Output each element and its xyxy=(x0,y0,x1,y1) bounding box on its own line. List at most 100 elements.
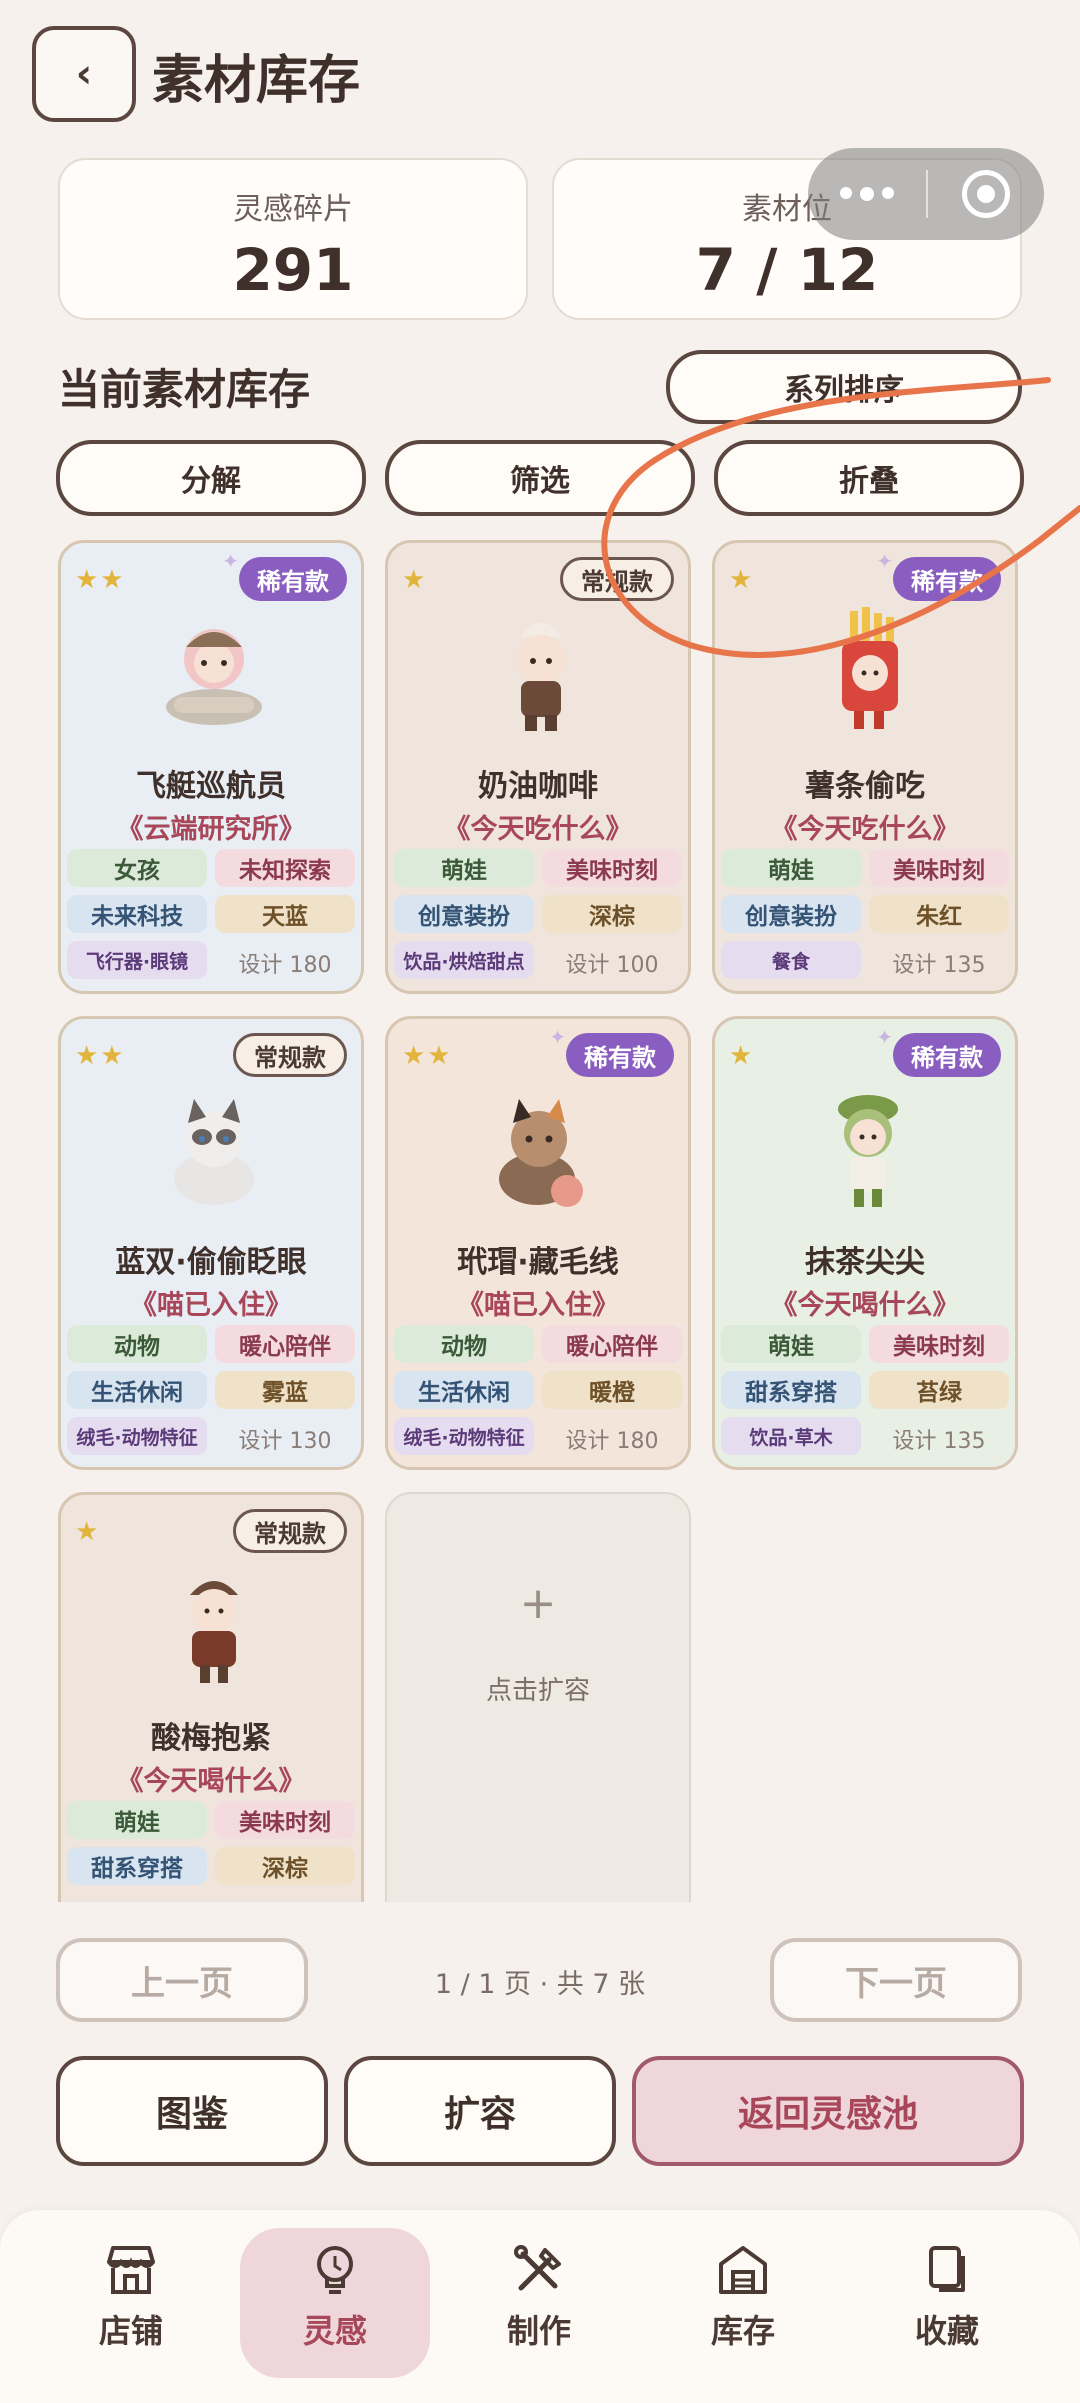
material-card[interactable]: ★ 常规款 奶油咖啡 《今天吃什么》 萌娃 美味时刻 创意装扮 深棕 饮品·烘焙… xyxy=(385,540,691,994)
tag: 动物 xyxy=(394,1325,534,1363)
tag: 女孩 xyxy=(67,849,207,887)
tag: 暖橙 xyxy=(542,1371,682,1409)
rarity-badge: 稀有款 xyxy=(893,557,1001,601)
tag: 甜系穿搭 xyxy=(721,1371,861,1409)
material-card[interactable]: ★★ ✦ 稀有款 玳瑁·藏毛线 《喵已入住》 动物 暖心陪伴 生活休闲 暖橙 绒… xyxy=(385,1016,691,1470)
tag: 美味时刻 xyxy=(869,1325,1009,1363)
tag: 朱红 xyxy=(869,895,1009,933)
material-card[interactable]: ★★ ✦ 稀有款 飞艇巡航员 《云端研究所》 女孩 未知探索 未来科技 天蓝 飞… xyxy=(58,540,364,994)
material-card[interactable]: ★ 常规款 酸梅抱紧 《今天喝什么》 萌娃 美味时刻 甜系穿搭 深棕 xyxy=(58,1492,364,1902)
tag: 深棕 xyxy=(215,1847,355,1885)
card-series: 《云端研究所》 xyxy=(116,814,306,845)
feature-tag: 绒毛·动物特征 xyxy=(394,1417,534,1455)
design-value: 设计 180 xyxy=(238,953,332,978)
collapse-button[interactable]: 折叠 xyxy=(714,440,1024,516)
tab-label: 制作 xyxy=(506,2312,571,2350)
tag: 动物 xyxy=(67,1325,207,1363)
design-value: 设计 135 xyxy=(892,953,986,978)
material-card[interactable]: ★ ✦ 稀有款 抹茶尖尖 《今天喝什么》 萌娃 美味时刻 甜系穿搭 苔绿 饮品·… xyxy=(712,1016,1018,1470)
feature-tag: 饮品·草木 xyxy=(721,1417,861,1455)
tag: 萌娃 xyxy=(394,849,534,887)
card-name: 飞艇巡航员 xyxy=(136,769,286,804)
feature-tag: 飞行器·眼镜 xyxy=(67,941,207,979)
decompose-button[interactable]: 分解 xyxy=(56,440,366,516)
tag: 生活休闲 xyxy=(394,1371,534,1409)
tag: 甜系穿搭 xyxy=(67,1847,207,1885)
card-series: 《今天吃什么》 xyxy=(770,814,960,845)
rarity-stars: ★★ xyxy=(75,1041,126,1071)
rarity-stars: ★★ xyxy=(75,565,126,595)
bottom-tab-bar: 店铺 灵感 制作 库存 收藏 xyxy=(0,2210,1080,2403)
series-sort-button[interactable]: 系列排序 xyxy=(666,350,1022,424)
inspiration-fragments-card: 灵感碎片 291 xyxy=(58,158,528,320)
tag: 美味时刻 xyxy=(542,849,682,887)
rarity-badge: 常规款 xyxy=(233,1033,347,1077)
miniprogram-capsule xyxy=(808,148,1044,240)
tab-inspiration[interactable]: 灵感 xyxy=(240,2228,430,2378)
stat-value: 291 xyxy=(232,236,354,304)
card-name: 奶油咖啡 xyxy=(478,769,598,804)
tab-craft[interactable]: 制作 xyxy=(444,2228,634,2378)
catalog-button[interactable]: 图鉴 xyxy=(56,2056,328,2166)
material-grid[interactable]: ★★ ✦ 稀有款 飞艇巡航员 《云端研究所》 女孩 未知探索 未来科技 天蓝 飞… xyxy=(58,540,1022,1902)
tag: 深棕 xyxy=(542,895,682,933)
rarity-badge: 常规款 xyxy=(233,1509,347,1553)
card-name: 蓝双·偷偷眨眼 xyxy=(115,1245,307,1280)
tab-shop[interactable]: 店铺 xyxy=(36,2228,226,2378)
design-value: 设计 130 xyxy=(238,1429,332,1454)
rarity-badge: 稀有款 xyxy=(893,1033,1001,1077)
card-series: 《喵已入住》 xyxy=(457,1290,619,1321)
more-icon[interactable] xyxy=(808,187,926,201)
next-page-button[interactable]: 下一页 xyxy=(770,1938,1022,2022)
tab-collection[interactable]: 收藏 xyxy=(852,2228,1042,2378)
tag: 暖心陪伴 xyxy=(215,1325,355,1363)
card-series: 《今天吃什么》 xyxy=(443,814,633,845)
feature-tag: 饮品·烘焙甜点 xyxy=(394,941,534,979)
figure-tortoiseshell-cat-illustration xyxy=(499,1099,583,1207)
sparkle-icon: ✦ xyxy=(876,549,893,573)
tag: 未来科技 xyxy=(67,895,207,933)
stat-value: 7 / 12 xyxy=(695,236,879,304)
tag: 暖心陪伴 xyxy=(542,1325,682,1363)
tag: 美味时刻 xyxy=(869,849,1009,887)
back-chevron-icon: ‹ xyxy=(75,51,93,97)
tag: 创意装扮 xyxy=(394,895,534,933)
sparkle-icon: ✦ xyxy=(876,1025,893,1049)
card-name: 玳瑁·藏毛线 xyxy=(457,1245,619,1280)
figure-plum-illustration xyxy=(190,1581,238,1683)
back-to-pool-button[interactable]: 返回灵感池 xyxy=(632,2056,1024,2166)
filter-button[interactable]: 筛选 xyxy=(385,440,695,516)
rarity-stars: ★ xyxy=(729,1041,755,1071)
rarity-badge: 常规款 xyxy=(560,557,674,601)
material-card[interactable]: ★★ 常规款 蓝双·偷偷眨眼 《喵已入住》 动物 暖心陪伴 生活休闲 雾蓝 绒毛… xyxy=(58,1016,364,1470)
tag: 天蓝 xyxy=(215,895,355,933)
design-value: 设计 100 xyxy=(565,953,659,978)
tab-label: 收藏 xyxy=(914,2312,979,2350)
tab-inventory[interactable]: 库存 xyxy=(648,2228,838,2378)
expand-button[interactable]: 扩容 xyxy=(344,2056,616,2166)
tag: 未知探索 xyxy=(215,849,355,887)
shop-icon xyxy=(107,2246,155,2294)
figure-aviator-illustration xyxy=(166,629,262,725)
design-value: 设计 180 xyxy=(565,1429,659,1454)
tag: 萌娃 xyxy=(721,1325,861,1363)
figure-cream-coffee-illustration xyxy=(517,622,565,731)
tag: 萌娃 xyxy=(721,849,861,887)
feature-tag: 餐食 xyxy=(721,941,861,979)
figure-fries-illustration xyxy=(842,607,898,729)
close-miniprogram-icon[interactable] xyxy=(928,170,1044,218)
expand-slot-card[interactable]: + 点击扩容 xyxy=(385,1492,691,1902)
warehouse-icon xyxy=(719,2246,767,2294)
tag: 雾蓝 xyxy=(215,1371,355,1409)
back-button[interactable]: ‹ xyxy=(32,26,136,122)
card-name: 薯条偷吃 xyxy=(805,769,925,804)
collection-icon xyxy=(929,2246,965,2292)
tag: 生活休闲 xyxy=(67,1371,207,1409)
card-series: 《今天喝什么》 xyxy=(116,1766,306,1797)
rarity-stars: ★ xyxy=(402,565,428,595)
figure-matcha-illustration xyxy=(838,1095,898,1207)
card-series: 《今天喝什么》 xyxy=(770,1290,960,1321)
material-card[interactable]: ★ ✦ 稀有款 薯条偷吃 《今天吃什么》 萌娃 美味时刻 创意装扮 朱红 餐食 … xyxy=(712,540,1018,994)
expand-slot-label: 点击扩容 xyxy=(485,1676,590,1706)
feature-tag: 绒毛·动物特征 xyxy=(67,1417,207,1455)
